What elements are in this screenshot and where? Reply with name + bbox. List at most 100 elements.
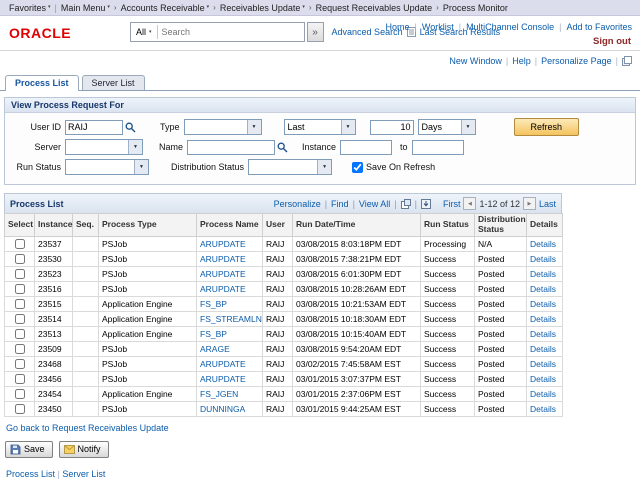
process-type-cell: Application Engine — [99, 296, 197, 311]
find-link[interactable]: Find — [331, 199, 349, 209]
row-select-checkbox[interactable] — [15, 359, 25, 369]
name-input[interactable] — [187, 140, 275, 155]
process-name-cell: DUNNINGA — [197, 401, 263, 416]
row-select-checkbox[interactable] — [15, 269, 25, 279]
help-link[interactable]: Help — [512, 56, 531, 66]
details-link[interactable]: Details — [530, 389, 556, 399]
details-link[interactable]: Details — [530, 344, 556, 354]
grid-popout-icon[interactable] — [401, 199, 411, 209]
row-select-checkbox[interactable] — [15, 254, 25, 264]
row-select-checkbox[interactable] — [15, 344, 25, 354]
grid-toolbar: Personalize | Find | View All | | First … — [274, 197, 556, 210]
process-name-link[interactable]: ARAGE — [200, 344, 230, 354]
row-select-checkbox[interactable] — [15, 374, 25, 384]
details-link[interactable]: Details — [530, 299, 556, 309]
process-list-bottom-link[interactable]: Process List — [6, 469, 55, 479]
search-scope-dropdown[interactable]: All ▾ — [131, 23, 157, 41]
breadcrumb-favorites[interactable]: Favorites ▾ — [6, 3, 54, 13]
row-select-checkbox[interactable] — [15, 389, 25, 399]
details-link[interactable]: Details — [530, 284, 556, 294]
details-link[interactable]: Details — [530, 314, 556, 324]
process-name-link[interactable]: ARUPDATE — [200, 239, 246, 249]
search-input[interactable] — [158, 27, 304, 37]
notify-button[interactable]: Notify — [59, 441, 109, 458]
select-cell — [5, 251, 35, 266]
server-select[interactable]: ▼ — [65, 139, 143, 155]
go-back-link[interactable]: Go back to Request Receivables Update — [6, 423, 169, 433]
details-link[interactable]: Details — [530, 404, 556, 414]
breadcrumb-receivables-update[interactable]: Receivables Update ▾ — [217, 3, 308, 13]
process-name-link[interactable]: FS_BP — [200, 299, 227, 309]
sign-out-link[interactable]: Sign out — [593, 36, 631, 47]
previous-page-icon[interactable]: ◀ — [463, 197, 476, 210]
process-name-link[interactable]: FS_STREAMLN — [200, 314, 262, 324]
personalize-link[interactable]: Personalize — [274, 199, 321, 209]
user-cell: RAIJ — [263, 371, 293, 386]
breadcrumb-accounts-receivable[interactable]: Accounts Receivable ▾ — [118, 3, 213, 13]
process-name-link[interactable]: ARUPDATE — [200, 359, 246, 369]
instance-from-input[interactable] — [340, 140, 392, 155]
save-on-refresh-checkbox[interactable] — [352, 162, 363, 173]
name-lookup-icon[interactable] — [277, 142, 288, 153]
instance-to-input[interactable] — [412, 140, 464, 155]
form-row-2: Server ▼ Name Instance to — [13, 137, 627, 157]
tab-process-list[interactable]: Process List — [5, 75, 79, 91]
dropdown-arrow-icon: ▼ — [341, 120, 355, 134]
search-go-icon[interactable]: » — [307, 22, 324, 42]
details-link[interactable]: Details — [530, 329, 556, 339]
run-datetime-cell: 03/08/2015 8:03:18PM EDT — [293, 236, 421, 251]
details-link[interactable]: Details — [530, 269, 556, 279]
first-link[interactable]: First — [443, 199, 461, 209]
row-select-checkbox[interactable] — [15, 284, 25, 294]
process-name-link[interactable]: ARUPDATE — [200, 254, 246, 264]
personalize-page-link[interactable]: Personalize Page — [541, 56, 612, 66]
view-all-link[interactable]: View All — [359, 199, 390, 209]
row-select-checkbox[interactable] — [15, 314, 25, 324]
nav-separator: | — [459, 22, 461, 32]
nav-add-to-favorites-link[interactable]: Add to Favorites — [566, 22, 632, 32]
breadcrumb-label: Receivables Update — [220, 3, 301, 13]
row-select-checkbox[interactable] — [15, 299, 25, 309]
type-select[interactable]: ▼ — [184, 119, 262, 135]
nav-worklist-link[interactable]: Worklist — [422, 22, 454, 32]
row-select-checkbox[interactable] — [15, 404, 25, 414]
select-cell — [5, 401, 35, 416]
row-select-checkbox[interactable] — [15, 239, 25, 249]
run-status-select[interactable]: ▼ — [65, 159, 149, 175]
save-on-refresh-label: Save On Refresh — [366, 162, 435, 172]
next-page-icon[interactable]: ▶ — [523, 197, 536, 210]
process-name-link[interactable]: FS_BP — [200, 329, 227, 339]
details-link[interactable]: Details — [530, 374, 556, 384]
last-link[interactable]: Last — [539, 199, 556, 209]
copy-url-icon[interactable] — [622, 56, 632, 66]
process-name-link[interactable]: DUNNINGA — [200, 404, 245, 414]
server-list-bottom-link[interactable]: Server List — [62, 469, 105, 479]
details-cell: Details — [527, 236, 563, 251]
process-name-link[interactable]: ARUPDATE — [200, 269, 246, 279]
process-name-link[interactable]: FS_JGEN — [200, 389, 238, 399]
download-grid-icon[interactable] — [421, 199, 431, 209]
nav-home-link[interactable]: Home — [386, 22, 410, 32]
nav-multichannel-console-link[interactable]: MultiChannel Console — [466, 22, 554, 32]
process-name-link[interactable]: ARUPDATE — [200, 284, 246, 294]
save-button[interactable]: Save — [5, 441, 53, 458]
last-range-select[interactable]: Last ▼ — [284, 119, 356, 135]
user-id-input[interactable] — [65, 120, 123, 135]
process-name-link[interactable]: ARUPDATE — [200, 374, 246, 384]
instance-cell: 23456 — [35, 371, 73, 386]
details-link[interactable]: Details — [530, 254, 556, 264]
new-window-link[interactable]: New Window — [449, 56, 502, 66]
user-id-lookup-icon[interactable] — [125, 122, 136, 133]
tab-server-list[interactable]: Server List — [82, 75, 145, 90]
refresh-button[interactable]: Refresh — [514, 118, 580, 136]
row-select-checkbox[interactable] — [15, 329, 25, 339]
last-unit-select[interactable]: Days ▼ — [418, 119, 476, 135]
breadcrumb-request-receivables-update[interactable]: Request Receivables Update — [313, 3, 436, 13]
toolbar-separator: | — [394, 199, 396, 209]
details-link[interactable]: Details — [530, 239, 556, 249]
breadcrumb-main-menu[interactable]: Main Menu ▾ — [58, 3, 113, 13]
last-count-input[interactable] — [370, 120, 414, 135]
distribution-status-select[interactable]: ▼ — [248, 159, 332, 175]
details-link[interactable]: Details — [530, 359, 556, 369]
breadcrumb-process-monitor[interactable]: Process Monitor — [440, 3, 511, 13]
